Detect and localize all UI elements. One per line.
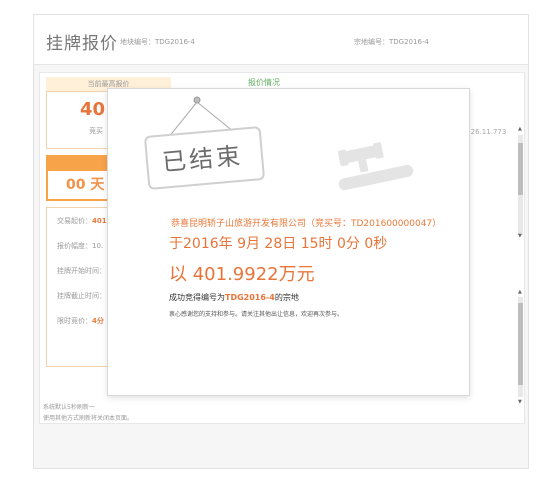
parcel-number-label: 宗地编号： [354, 38, 389, 46]
auction-result-popup: 已结束 恭喜昆明轿子山旅游开发有限公司（竞买号：TD201600000047） … [107, 88, 470, 396]
bid-list-scrollbar[interactable] [518, 135, 523, 235]
deal-price: 以 401.9922万元 [169, 264, 315, 285]
bid-section-title: 报价情况 [248, 78, 280, 87]
info-value: 4分 [92, 317, 104, 325]
thanks-message: 衷心感谢您的支持和参与。请关注其他出让信息，欢迎再次参与。 [169, 311, 344, 318]
parcel-number: 宗地编号：TDG2016-4 [354, 37, 429, 47]
ended-sign: 已结束 [143, 126, 266, 190]
info-label: 限时竞价： [57, 317, 92, 325]
info-label: 报价幅度： [57, 242, 92, 250]
bid-time-fragment: 4.26.11.773 [464, 128, 507, 136]
scroll-up-arrow-icon[interactable]: ▲ [518, 289, 522, 295]
ended-sign-text: 已结束 [161, 141, 245, 177]
page-title: 挂牌报价 [46, 34, 118, 54]
info-label: 挂牌开始时间： [57, 267, 106, 275]
refresh-warning: 使用其他方式刷新将关闭本页面。 [43, 415, 134, 422]
success-code: TDG2016-4 [225, 293, 275, 302]
info-label: 挂牌截止时间： [57, 292, 106, 300]
success-prefix: 成功竞得编号为 [169, 293, 225, 302]
scroll-down-arrow-icon[interactable]: ▼ [518, 399, 522, 405]
plot-number: 地块编号：TDG2016-4 [120, 37, 195, 47]
deal-datetime: 于2016年 9月 28日 15时 0分 0秒 [169, 236, 388, 252]
scroll-up-arrow-icon[interactable]: ▲ [518, 126, 522, 132]
plot-number-value: TDG2016-4 [155, 38, 195, 46]
info-value: 401 [92, 217, 107, 225]
winner-text: 恭喜昆明轿子山旅游开发有限公司（竞买号：TD201600000047） [171, 219, 442, 229]
log-scroll-thumb[interactable] [518, 303, 523, 385]
parcel-number-value: TDG2016-4 [389, 38, 429, 46]
page-header: 挂牌报价 地块编号：TDG2016-4 宗地编号：TDG2016-4 [34, 15, 528, 65]
success-suffix: 的宗地 [274, 293, 299, 302]
scroll-down-arrow-icon[interactable]: ▼ [518, 233, 522, 239]
info-label: 交易起价： [57, 217, 92, 225]
gavel-icon [337, 142, 414, 191]
bid-list-scroll-thumb[interactable] [518, 143, 523, 195]
info-value: 10. [92, 242, 104, 250]
refresh-note: 系统默认5秒刷新一 [43, 404, 95, 411]
right-panel: 报价情况 [248, 77, 518, 88]
success-message: 成功竞得编号为TDG2016-4的宗地 [169, 292, 299, 303]
log-scrollbar[interactable] [518, 297, 523, 397]
plot-number-label: 地块编号： [120, 38, 155, 46]
